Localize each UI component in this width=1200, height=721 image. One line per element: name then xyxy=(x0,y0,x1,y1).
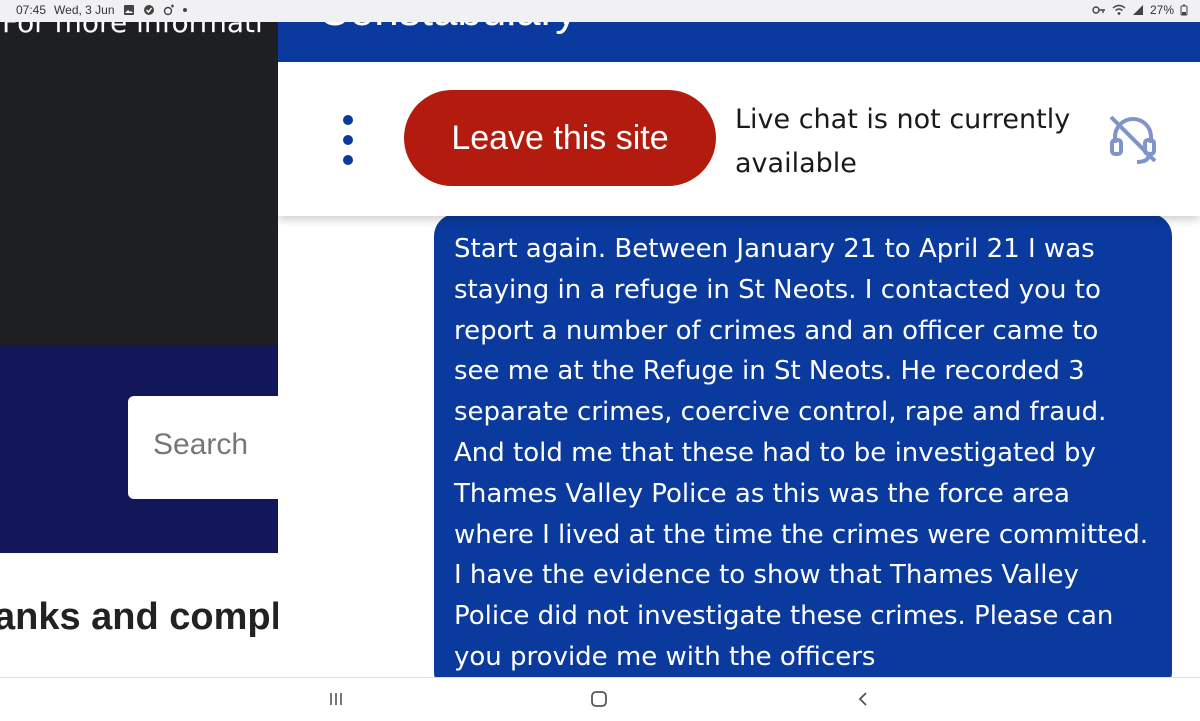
recents-button[interactable] xyxy=(316,686,356,712)
system-navigation-bar xyxy=(0,677,1200,721)
app-notification-icon xyxy=(143,5,154,15)
section-heading: anks and compl xyxy=(0,594,280,654)
search-placeholder: Search xyxy=(153,428,249,461)
dark-banner xyxy=(0,42,280,345)
battery-icon xyxy=(1180,4,1188,16)
info-banner-text: For more informati xyxy=(2,22,263,39)
chat-unavailable-icon xyxy=(1109,115,1157,164)
settings-notification-icon xyxy=(163,4,174,16)
clock: 07:45 xyxy=(16,3,47,17)
wifi-icon xyxy=(1112,4,1126,15)
vpn-key-icon xyxy=(1092,6,1105,14)
chat-toolbar: Leave this site Live chat is not current… xyxy=(278,62,1200,216)
date: Wed, 3 Jun xyxy=(54,3,115,17)
chat-header-title: Constabulary xyxy=(318,22,577,36)
home-button[interactable] xyxy=(579,686,619,712)
battery-level: 27% xyxy=(1149,3,1174,17)
more-options-icon[interactable] xyxy=(338,115,358,165)
chat-header: Constabulary xyxy=(278,22,1200,62)
leave-site-button[interactable]: Leave this site xyxy=(404,90,716,186)
live-chat-panel: Constabulary Leave this site Live chat i… xyxy=(278,22,1200,677)
search-input[interactable]: Search xyxy=(128,396,288,499)
chat-messages[interactable]: Start again. Between January 21 to April… xyxy=(278,214,1200,677)
home-icon xyxy=(591,691,607,707)
section-heading-text: anks and compl xyxy=(0,596,280,638)
user-message-bubble: Start again. Between January 21 to April… xyxy=(434,214,1172,677)
info-banner: For more informati xyxy=(0,22,280,42)
back-button[interactable] xyxy=(843,686,883,712)
back-icon xyxy=(858,692,867,706)
recents-icon xyxy=(330,693,342,705)
status-bar: 07:45 Wed, 3 Jun 27% xyxy=(0,0,1200,22)
signal-icon xyxy=(1132,5,1143,15)
chat-status-text: Live chat is not currently available xyxy=(735,104,1071,179)
more-notifications-dot xyxy=(182,8,187,12)
gallery-notification-icon xyxy=(123,5,134,15)
